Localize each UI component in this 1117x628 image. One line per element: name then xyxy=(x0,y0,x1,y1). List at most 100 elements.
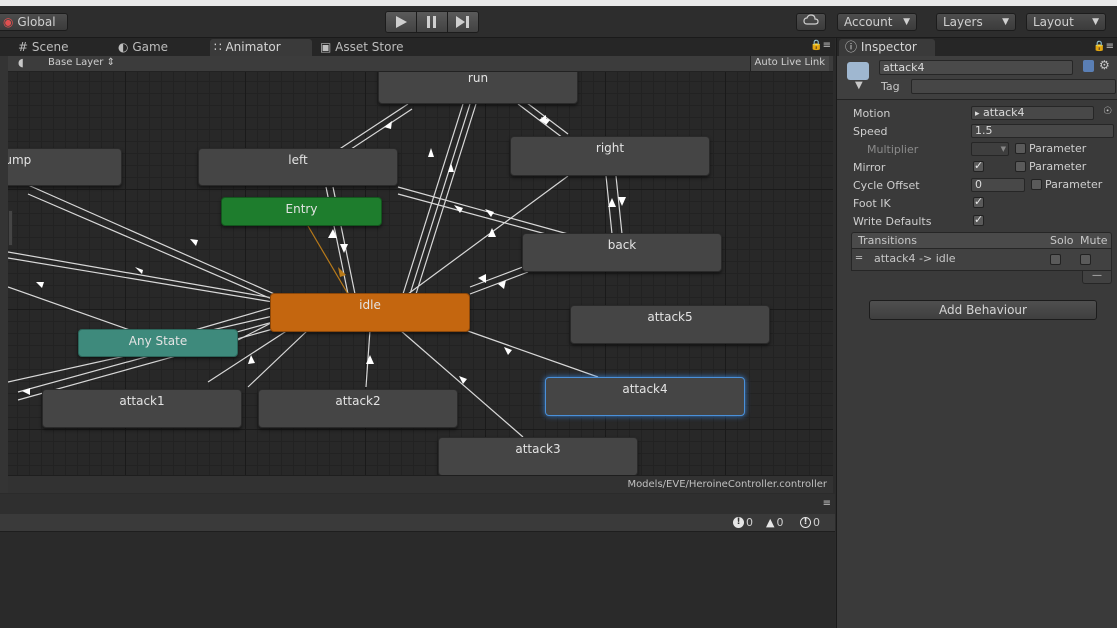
tag-label: Tag xyxy=(881,80,900,93)
pause-button[interactable] xyxy=(417,12,448,32)
console-tab-strip: ≡ xyxy=(0,494,835,514)
warning-counter[interactable]: ▲ 0 xyxy=(766,515,783,530)
inspector-panel: ⓘ Inspector 🔒≡ ▼ attack4 ⚙ Tag Motion ▸ … xyxy=(836,38,1117,628)
state-node-attack4[interactable]: attack4 xyxy=(545,377,745,416)
help-icon[interactable] xyxy=(1083,60,1094,72)
cloud-button[interactable] xyxy=(796,13,826,31)
tab-inspector[interactable]: ⓘ Inspector xyxy=(839,39,935,56)
state-icon xyxy=(847,62,869,80)
state-node-attack5[interactable]: attack5 xyxy=(570,305,770,344)
play-button[interactable] xyxy=(386,12,417,32)
state-node-run[interactable]: run xyxy=(378,72,578,104)
motion-field[interactable]: ▸ attack4 xyxy=(971,106,1094,120)
state-name-input[interactable]: attack4 xyxy=(879,60,1073,75)
left-dock-edge xyxy=(0,56,8,493)
solo-header: Solo xyxy=(1050,234,1074,247)
cloud-icon xyxy=(803,14,819,25)
multiplier-label: Multiplier xyxy=(867,143,919,156)
account-dropdown[interactable]: Account ▼ xyxy=(837,13,917,31)
info-counter[interactable]: ! 0 xyxy=(800,515,820,530)
play-icon xyxy=(396,16,407,28)
tab-asset-store[interactable]: ▣ Asset Store xyxy=(316,39,410,56)
add-behaviour-button[interactable]: Add Behaviour xyxy=(869,300,1097,320)
state-node-attack1[interactable]: attack1 xyxy=(42,389,242,428)
mute-checkbox[interactable] xyxy=(1080,254,1091,265)
view-tabs: # Scene ◐ Game ∷ Animator ▣ Asset Store … xyxy=(0,38,835,56)
object-picker-icon[interactable]: ☉ xyxy=(1103,106,1112,117)
state-node-back[interactable]: back xyxy=(522,233,722,272)
warning-icon: ▲ xyxy=(766,516,775,529)
arrow-down-icon: ▼ xyxy=(855,80,863,91)
animator-icon: ∷ xyxy=(214,40,222,54)
write-defaults-checkbox[interactable] xyxy=(973,213,984,226)
error-icon: ! xyxy=(733,517,744,528)
parameter-label: Parameter xyxy=(1045,178,1103,191)
arrow-icon xyxy=(384,121,392,129)
step-button[interactable] xyxy=(448,12,478,32)
auto-live-link-button[interactable]: Auto Live Link xyxy=(749,56,829,71)
animator-header: ◖ Base Layer ⇕ Auto Live Link xyxy=(8,56,833,72)
step-icon xyxy=(456,16,469,28)
state-machine-graph[interactable]: run jump left right Entry back idle atta… xyxy=(8,72,833,475)
global-toggle-button[interactable]: ◉ Global xyxy=(0,13,68,31)
console-toolbar: ! 0 ▲ 0 ! 0 xyxy=(0,514,835,532)
panel-menu-icon[interactable]: 🔒≡ xyxy=(1093,41,1114,52)
chevron-updown-icon: ⇕ xyxy=(106,57,115,68)
cycle-offset-input[interactable]: 0 xyxy=(971,178,1025,192)
panel-menu-icon[interactable]: ≡ xyxy=(823,498,831,509)
inspector-tab-strip: ⓘ Inspector 🔒≡ xyxy=(837,38,1117,56)
state-node-attack3[interactable]: attack3 xyxy=(438,437,638,475)
chevron-down-icon: ▼ xyxy=(903,17,910,27)
state-node-partial[interactable] xyxy=(8,210,13,246)
console-log-area[interactable] xyxy=(0,532,835,628)
info-icon: ! xyxy=(800,517,811,528)
tag-input[interactable] xyxy=(911,79,1116,94)
cycle-offset-label: Cycle Offset xyxy=(853,179,920,192)
transitions-header: Transitions Solo Mute xyxy=(851,232,1112,249)
solo-checkbox[interactable] xyxy=(1050,254,1061,265)
mirror-parameter-checkbox[interactable] xyxy=(1015,161,1026,172)
controller-path: Models/EVE/HeroineController.controller xyxy=(627,479,827,490)
panel-menu-icon[interactable]: 🔒≡ xyxy=(810,40,831,51)
eye-icon[interactable]: ◖ xyxy=(18,56,24,69)
parameter-label: Parameter xyxy=(1029,160,1087,173)
animation-clip-icon: ▸ xyxy=(975,109,980,119)
transition-line[interactable] xyxy=(402,103,464,295)
grid-icon: # xyxy=(18,40,29,54)
state-node-right[interactable]: right xyxy=(510,136,710,176)
cycle-offset-parameter-checkbox[interactable] xyxy=(1031,179,1042,190)
multiplier-dropdown[interactable]: ▼ xyxy=(971,142,1009,156)
tab-scene[interactable]: # Scene xyxy=(14,39,74,56)
state-node-idle[interactable]: idle xyxy=(270,293,470,332)
foot-ik-label: Foot IK xyxy=(853,197,891,210)
mirror-label: Mirror xyxy=(853,161,886,174)
layers-dropdown[interactable]: Layers ▼ xyxy=(936,13,1016,31)
pause-icon xyxy=(427,16,436,28)
parameter-label: Parameter xyxy=(1029,142,1087,155)
tab-game[interactable]: ◐ Game xyxy=(114,39,174,56)
transitions-list: Transitions Solo Mute ═ attack4 -> idle … xyxy=(851,232,1112,290)
remove-transition-button[interactable]: — xyxy=(1082,271,1112,284)
foot-ik-checkbox[interactable] xyxy=(973,195,984,208)
error-counter[interactable]: ! 0 xyxy=(733,515,753,530)
gear-icon[interactable]: ⚙ xyxy=(1099,58,1110,72)
drag-handle-icon[interactable]: ═ xyxy=(856,249,862,269)
chevron-down-icon: ▼ xyxy=(1092,17,1099,27)
state-node-attack2[interactable]: attack2 xyxy=(258,389,458,428)
playback-controls xyxy=(385,11,479,33)
state-node-any-state[interactable]: Any State xyxy=(78,329,238,357)
mirror-checkbox[interactable] xyxy=(973,159,984,172)
speed-input[interactable]: 1.5 xyxy=(971,124,1114,138)
state-node-left[interactable]: left xyxy=(198,148,398,186)
unity-editor: ◉ Global Account ▼ Layers ▼ Layout ▼ # S… xyxy=(0,0,1117,628)
transition-item[interactable]: ═ attack4 -> idle xyxy=(851,249,1112,271)
layout-dropdown[interactable]: Layout ▼ xyxy=(1026,13,1106,31)
tab-animator[interactable]: ∷ Animator xyxy=(210,39,312,56)
state-node-jump[interactable]: jump xyxy=(8,148,122,186)
chevron-down-icon: ▼ xyxy=(1002,17,1009,27)
state-node-entry[interactable]: Entry xyxy=(221,197,382,226)
write-defaults-label: Write Defaults xyxy=(853,215,932,228)
layer-breadcrumb[interactable]: Base Layer ⇕ xyxy=(48,57,115,68)
game-icon: ◐ xyxy=(118,40,129,54)
multiplier-parameter-checkbox[interactable] xyxy=(1015,143,1026,154)
